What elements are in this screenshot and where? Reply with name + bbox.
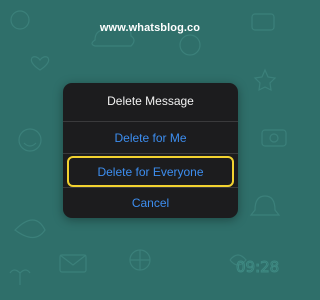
doodle-plant-icon	[9, 269, 31, 285]
doodle-face-icon	[179, 34, 201, 56]
cancel-button[interactable]: Cancel	[63, 196, 238, 210]
doodle-leaf-icon	[14, 219, 46, 239]
doodle-smiley-icon	[18, 128, 42, 152]
divider	[63, 121, 238, 122]
delete-for-me-button[interactable]: Delete for Me	[63, 131, 238, 145]
doodle-heart-icon	[30, 56, 50, 71]
delete-message-dialog: Delete Message Delete for Me Delete for …	[63, 83, 238, 218]
delete-for-everyone-button[interactable]: Delete for Everyone	[63, 165, 238, 179]
divider	[63, 153, 238, 154]
doodle-star-icon	[253, 68, 277, 92]
doodle-camera-icon	[261, 129, 287, 147]
doodle-clock-text: 09:28	[236, 258, 279, 276]
divider	[63, 187, 238, 188]
dialog-title: Delete Message	[107, 94, 194, 108]
doodle-bell-icon	[249, 195, 281, 216]
site-watermark: www.whatsblog.co	[99, 22, 201, 34]
